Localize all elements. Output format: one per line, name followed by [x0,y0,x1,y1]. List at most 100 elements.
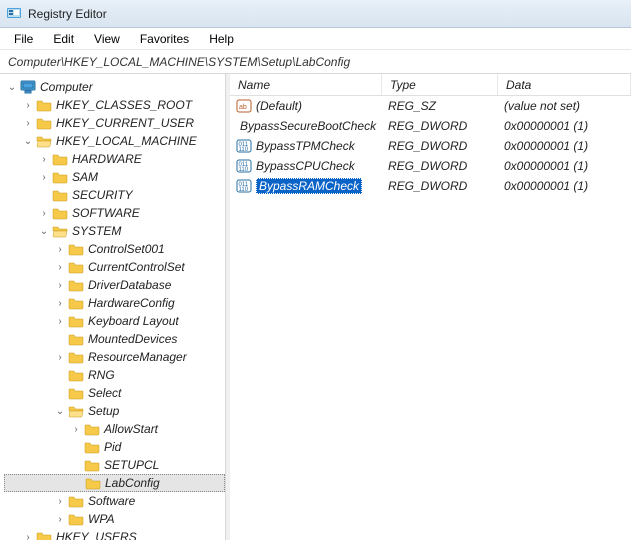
list-pane[interactable]: Name Type Data ab(Default)REG_SZ(value n… [230,74,631,540]
toggle-collapsed-icon[interactable]: › [22,531,34,540]
addressbar-path: Computer\HKEY_LOCAL_MACHINE\SYSTEM\Setup… [8,55,350,69]
toggle-expanded-icon[interactable]: ⌄ [6,81,18,93]
toggle-collapsed-icon[interactable]: › [54,351,66,363]
toggle-collapsed-icon[interactable]: › [38,153,50,165]
column-header-name[interactable]: Name [230,74,382,95]
menu-view[interactable]: View [84,30,130,48]
computer-icon [20,80,36,94]
tree-label: HKEY_CLASSES_ROOT [56,98,192,112]
tree-node-system[interactable]: ⌄ SYSTEM [4,222,225,240]
tree-pane[interactable]: ⌄ Computer › HKEY_CLASSES_ROOT ›HKEY_CURR… [0,74,226,540]
value-data: (value not set) [498,99,631,113]
tree-label: Software [88,494,135,508]
menu-edit[interactable]: Edit [43,30,84,48]
main-content: ⌄ Computer › HKEY_CLASSES_ROOT ›HKEY_CURR… [0,74,631,540]
tree-node-driverdatabase[interactable]: › DriverDatabase [4,276,225,294]
value-name: BypassSecureBootCheck [240,119,376,133]
toggle-collapsed-icon[interactable]: › [54,513,66,525]
toggle-collapsed-icon[interactable]: › [54,315,66,327]
toggle-collapsed-icon[interactable]: › [22,117,34,129]
list-row[interactable]: 011110BypassCPUCheckREG_DWORD0x00000001 … [230,156,631,176]
toggle-collapsed-icon[interactable]: › [54,243,66,255]
tree-label: SETUPCL [104,458,159,472]
tree-node-labconfig[interactable]: ·LabConfig [4,474,225,492]
list-row[interactable]: ab(Default)REG_SZ(value not set) [230,96,631,116]
toggle-collapsed-icon[interactable]: › [22,99,34,111]
folder-icon [85,476,101,490]
tree-label: SAM [72,170,98,184]
svg-text:ab: ab [239,104,247,111]
tree-node-hkcr[interactable]: › HKEY_CLASSES_ROOT [4,96,225,114]
folder-icon [68,332,84,346]
menu-help[interactable]: Help [199,30,244,48]
tree-node-currentcontrolset[interactable]: ›CurrentControlSet [4,258,225,276]
tree-node-controlset001[interactable]: ›ControlSet001 [4,240,225,258]
toggle-collapsed-icon[interactable]: › [38,207,50,219]
folder-icon [36,98,52,112]
menu-file[interactable]: File [4,30,43,48]
tree-label: DriverDatabase [88,278,171,292]
tree-node-setup[interactable]: ⌄Setup [4,402,225,420]
binary-value-icon: 011110 [236,178,252,194]
tree-node-hardware[interactable]: ›HARDWARE [4,150,225,168]
value-name: (Default) [256,99,302,113]
value-name-cell: 011110BypassSecureBootCheck [230,118,382,134]
tree-label: MountedDevices [88,332,177,346]
tree-label: SYSTEM [72,224,121,238]
tree-node-hklm[interactable]: ⌄HKEY_LOCAL_MACHINE [4,132,225,150]
column-header-data[interactable]: Data [498,74,631,95]
tree-node-security[interactable]: ·SECURITY [4,186,225,204]
tree-node-keyboardlayout[interactable]: › Keyboard Layout [4,312,225,330]
folder-icon [68,296,84,310]
svg-text:110: 110 [239,187,249,193]
toggle-expanded-icon[interactable]: ⌄ [22,135,34,147]
tree-node-hardwareconfig[interactable]: › HardwareConfig [4,294,225,312]
toggle-collapsed-icon[interactable]: › [70,423,82,435]
value-type: REG_DWORD [382,139,498,153]
folder-icon [36,116,52,130]
toggle-expanded-icon[interactable]: ⌄ [38,225,50,237]
tree-label: SECURITY [72,188,133,202]
addressbar[interactable]: Computer\HKEY_LOCAL_MACHINE\SYSTEM\Setup… [0,50,631,74]
column-header-type[interactable]: Type [382,74,498,95]
window-title: Registry Editor [28,7,107,21]
list-row[interactable]: 011110BypassTPMCheckREG_DWORD0x00000001 … [230,136,631,156]
toggle-collapsed-icon[interactable]: › [38,171,50,183]
folder-icon [52,206,68,220]
tree-label: HardwareConfig [88,296,175,310]
toggle-collapsed-icon[interactable]: › [54,279,66,291]
list-row[interactable]: 011110BypassSecureBootCheckREG_DWORD0x00… [230,116,631,136]
tree-node-mounteddevices[interactable]: ·MountedDevices [4,330,225,348]
tree-node-sam[interactable]: › SAM [4,168,225,186]
tree-node-hku[interactable]: ›HKEY_USERS [4,528,225,540]
tree-node-rng[interactable]: ·RNG [4,366,225,384]
menu-favorites[interactable]: Favorites [130,30,199,48]
value-type: REG_DWORD [382,159,498,173]
tree-node-software2[interactable]: › Software [4,492,225,510]
tree-node-select[interactable]: ·Select [4,384,225,402]
tree-node-setupcl[interactable]: ·SETUPCL [4,456,225,474]
folder-icon [84,440,100,454]
tree-node-allowstart[interactable]: ›AllowStart [4,420,225,438]
tree-node-computer[interactable]: ⌄ Computer [4,78,225,96]
tree-node-wpa[interactable]: › WPA [4,510,225,528]
folder-icon [36,530,52,540]
folder-icon [68,350,84,364]
tree-label: Computer [40,80,93,94]
tree-node-hkcu[interactable]: ›HKEY_CURRENT_USER [4,114,225,132]
toggle-expanded-icon[interactable]: ⌄ [54,405,66,417]
toggle-collapsed-icon[interactable]: › [54,261,66,273]
value-type: REG_DWORD [382,119,498,133]
value-name-cell: 011110BypassCPUCheck [230,158,382,174]
toggle-collapsed-icon[interactable]: › [54,297,66,309]
tree-node-resourcemanager[interactable]: ›ResourceManager [4,348,225,366]
toggle-collapsed-icon[interactable]: › [54,495,66,507]
folder-icon [68,512,84,526]
tree-node-software[interactable]: ›SOFTWARE [4,204,225,222]
list-row[interactable]: 011110BypassRAMCheckREG_DWORD0x00000001 … [230,176,631,196]
value-name: BypassRAMCheck [256,178,362,194]
tree-label: WPA [88,512,114,526]
folder-open-icon [68,404,84,418]
tree-node-pid[interactable]: ·Pid [4,438,225,456]
tree-label: Keyboard Layout [88,314,179,328]
